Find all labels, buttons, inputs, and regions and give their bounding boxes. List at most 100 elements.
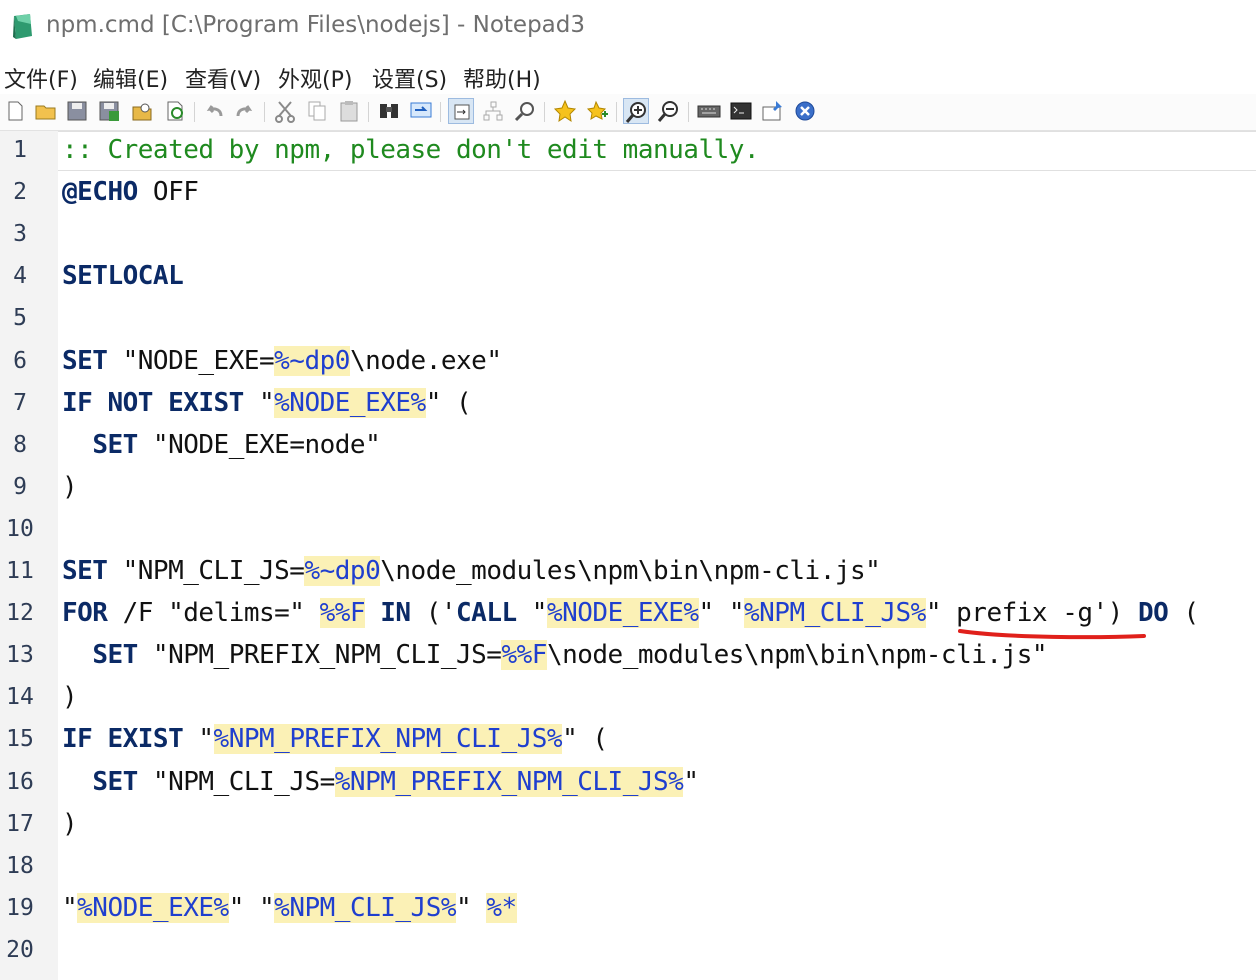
close-icon[interactable] (792, 98, 818, 124)
toolbar-separator (194, 102, 195, 122)
code-editor[interactable]: :: Created by npm, please don't edit man… (58, 131, 1256, 980)
redo-icon[interactable] (232, 98, 258, 124)
text-token: ) (62, 808, 78, 839)
text-token: " (683, 766, 699, 797)
cut-icon[interactable] (272, 98, 298, 124)
text-token: " ( (425, 387, 472, 418)
keyword-token: IF NOT EXIST (62, 387, 244, 418)
line-number: 9 (13, 473, 27, 500)
paste-icon[interactable] (336, 98, 362, 124)
variable-token: %~dp0 (304, 556, 381, 586)
toolbar-separator (688, 102, 689, 122)
code-line[interactable]: SET "NODE_EXE=node" (62, 424, 380, 466)
text-token: (' (410, 598, 457, 629)
keyword-token: SET (92, 640, 138, 671)
menu-help[interactable]: 帮助(H) (463, 62, 541, 94)
add-favorite-icon[interactable] (584, 98, 610, 124)
code-line[interactable]: SETLOCAL (62, 255, 184, 297)
code-line[interactable]: IF EXIST "%NPM_PREFIX_NPM_CLI_JS%" ( (62, 718, 608, 760)
keyboard-icon[interactable] (696, 98, 722, 124)
code-line[interactable]: ) (62, 676, 78, 718)
undo-icon[interactable] (201, 98, 227, 124)
browse-icon[interactable] (129, 98, 155, 124)
terminal-icon[interactable] (728, 98, 754, 124)
keyword-token: IF EXIST (62, 724, 184, 755)
text-token: "NPM_PREFIX_NPM_CLI_JS= (137, 640, 502, 671)
text-token: /F "delims=" (107, 598, 320, 629)
variable-token: %NPM_PREFIX_NPM_CLI_JS% (334, 766, 684, 797)
line-number: 6 (13, 347, 27, 374)
window-title: npm.cmd [C:\Program Files\nodejs] - Note… (46, 12, 585, 38)
line-number: 5 (13, 305, 27, 332)
line-number: 19 (6, 894, 34, 921)
menu-edit[interactable]: 编辑(E) (93, 62, 168, 94)
toolbar (0, 94, 1256, 131)
keyword-token: DO (1137, 598, 1169, 629)
text-token: " " (228, 892, 275, 923)
reload-icon[interactable] (162, 98, 188, 124)
text-token: " (243, 387, 275, 418)
keyword-token: SET (62, 345, 108, 376)
text-token: " " (698, 598, 745, 629)
tree-icon[interactable] (480, 98, 506, 124)
toolbar-separator (368, 102, 369, 122)
text-token: \node.exe" (349, 345, 502, 376)
toolbar-separator (616, 102, 617, 122)
text-token: " (62, 892, 78, 923)
text-token: ( (1168, 598, 1199, 629)
title-bar: npm.cmd [C:\Program Files\nodejs] - Note… (0, 0, 1256, 56)
menu-settings[interactable]: 设置(S) (372, 62, 447, 94)
zoom-find-icon[interactable] (512, 98, 538, 124)
line-number: 15 (6, 726, 34, 753)
variable-token: %NODE_EXE% (546, 598, 699, 629)
line-number: 17 (6, 810, 34, 837)
line-number: 7 (13, 389, 27, 416)
line-number: 1 (13, 137, 27, 163)
line-number: 12 (6, 600, 34, 627)
save-icon[interactable] (64, 98, 90, 124)
open-folder-icon[interactable] (33, 98, 59, 124)
menu-view[interactable]: 查看(V) (185, 62, 261, 94)
text-token: " ( (562, 724, 608, 755)
code-line[interactable]: IF NOT EXIST "%NODE_EXE%" ( (62, 382, 472, 424)
pin-icon[interactable] (760, 98, 786, 124)
text-token: "NPM_CLI_JS= (137, 766, 335, 797)
line-number: 10 (6, 515, 34, 542)
menu-appearance[interactable]: 外观(P) (278, 62, 352, 94)
line-number: 11 (6, 558, 34, 584)
save-as-icon[interactable] (96, 98, 122, 124)
code-line[interactable]: :: Created by npm, please don't edit man… (62, 129, 760, 171)
variable-token: %NPM_CLI_JS% (743, 598, 926, 629)
code-line[interactable]: SET "NPM_CLI_JS=%~dp0\node_modules\npm\b… (62, 550, 881, 592)
text-token: " prefix -g') (925, 598, 1138, 629)
code-line[interactable]: "%NODE_EXE%" "%NPM_CLI_JS%" %* (62, 887, 517, 929)
copy-icon[interactable] (304, 98, 330, 124)
keyword-token: SET (92, 429, 138, 460)
text-token: "NODE_EXE= (107, 345, 275, 376)
line-number: 20 (6, 936, 34, 963)
text-token: OFF (137, 177, 199, 208)
code-line[interactable]: SET "NPM_PREFIX_NPM_CLI_JS=%%F\node_modu… (62, 634, 1048, 676)
zoom-out-icon[interactable] (656, 98, 682, 124)
keyword-token: @ECHO (62, 177, 138, 208)
line-number: 2 (13, 179, 27, 206)
new-file-icon[interactable] (2, 98, 28, 124)
notepad3-icon (10, 12, 36, 42)
text-token: "NPM_CLI_JS= (107, 556, 305, 586)
text-token: \node_modules\npm\bin\npm-cli.js" (380, 556, 881, 586)
line-number: 13 (6, 642, 34, 669)
replace-icon[interactable] (408, 98, 434, 124)
code-line[interactable]: ) (62, 466, 78, 508)
find-icon[interactable] (376, 98, 402, 124)
favorite-icon[interactable] (552, 98, 578, 124)
line-number: 8 (13, 431, 27, 458)
word-wrap-icon[interactable] (448, 98, 474, 124)
code-line[interactable]: SET "NPM_CLI_JS=%NPM_PREFIX_NPM_CLI_JS%" (62, 761, 699, 803)
code-line[interactable]: @ECHO OFF (62, 171, 199, 213)
code-line[interactable]: SET "NODE_EXE=%~dp0\node.exe" (62, 340, 502, 382)
menu-file[interactable]: 文件(F) (4, 62, 78, 94)
text-token: ) (62, 471, 78, 502)
zoom-in-icon[interactable] (623, 98, 649, 124)
code-line[interactable]: ) (62, 803, 78, 845)
